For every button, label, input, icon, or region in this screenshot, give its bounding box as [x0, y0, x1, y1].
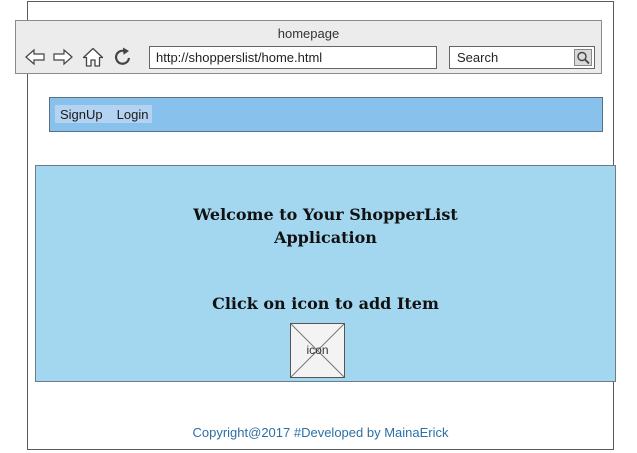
browser-toolbar: homepage [15, 20, 602, 74]
add-item-icon-label: icon [306, 343, 329, 357]
signup-link[interactable]: SignUp [60, 107, 103, 122]
welcome-heading-line-1: Welcome to Your ShopperList [193, 205, 458, 224]
reload-icon[interactable] [112, 46, 134, 68]
top-navbar: SignUp Login [49, 97, 603, 132]
magnifier-icon[interactable] [574, 49, 592, 66]
home-icon[interactable] [82, 46, 104, 68]
welcome-panel: Welcome to Your ShopperList Application … [35, 165, 616, 382]
browser-search-box[interactable] [449, 46, 595, 69]
add-item-icon[interactable]: icon [290, 323, 345, 378]
footer-copyright: Copyright@2017 #Developed by MainaErick [192, 425, 449, 440]
login-link[interactable]: Login [117, 107, 149, 122]
welcome-heading: Welcome to Your ShopperList Application [36, 203, 615, 249]
search-input[interactable] [450, 47, 570, 68]
welcome-heading-line-2: Application [274, 228, 377, 247]
address-bar-input[interactable] [149, 46, 437, 69]
window-title: homepage [277, 26, 340, 41]
back-arrow-icon[interactable] [24, 46, 46, 68]
forward-arrow-icon[interactable] [52, 46, 74, 68]
add-item-instruction: Click on icon to add Item [212, 294, 439, 313]
nav-links: SignUp Login [55, 105, 153, 123]
